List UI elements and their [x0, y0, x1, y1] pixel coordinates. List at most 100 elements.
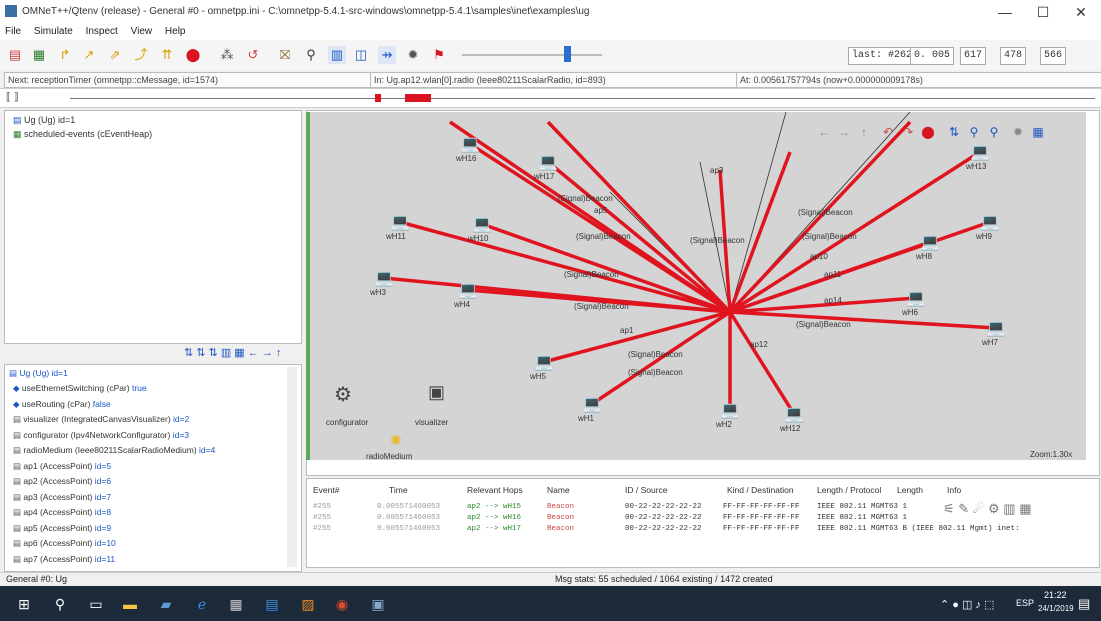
- log-col-name[interactable]: Name: [547, 485, 570, 495]
- laptop-icon[interactable]: 💻: [980, 212, 1000, 232]
- inspector-item[interactable]: ▤ ap1 (AccessPoint) id=5: [13, 461, 111, 472]
- run-icon[interactable]: ↗: [80, 46, 98, 64]
- laptop-icon[interactable]: 💻: [534, 352, 554, 372]
- maximize-button[interactable]: ☐: [1028, 2, 1058, 22]
- edge-icon[interactable]: ℯ: [192, 594, 212, 614]
- configurator-icon[interactable]: ⚙: [334, 382, 352, 407]
- speed-slider-track[interactable]: [462, 54, 602, 56]
- inspector-item[interactable]: ▤ ap4 (AccessPoint) id=8: [13, 507, 111, 518]
- inspector-item[interactable]: ▤ ap2 (AccessPoint) id=6: [13, 476, 111, 487]
- finish-icon[interactable]: ⁂: [218, 46, 236, 64]
- timeline-icon[interactable]: ⇸: [378, 46, 396, 64]
- laptop-icon[interactable]: 💻: [460, 134, 480, 154]
- laptop-icon[interactable]: 💻: [538, 152, 558, 172]
- rebuild-network-icon[interactable]: ▦: [30, 46, 48, 64]
- timeline[interactable]: ⟦ ⟧: [0, 89, 1101, 108]
- record-icon[interactable]: ⚑: [430, 46, 448, 64]
- express-run-icon[interactable]: ⤴: [132, 46, 150, 64]
- object-icon[interactable]: ⛝: [276, 46, 294, 64]
- log-col-time[interactable]: Time: [389, 485, 408, 495]
- network-canvas[interactable]: 💻 wH16 💻 wH17 💻 wH11 💻 wH10 💻 wH3 💻 wH4 💻 wH13 💻 wH8 💻 wH…: [310, 112, 1086, 460]
- log-col-hops[interactable]: Relevant Hops: [467, 485, 523, 495]
- system-tray-icons[interactable]: ⌃ ● ◫ ♪ ⬚: [940, 598, 994, 611]
- menu-inspect[interactable]: Inspect: [81, 24, 123, 39]
- settings-canvas-icon[interactable]: ✹: [1010, 124, 1026, 140]
- start-icon[interactable]: ⊞: [14, 594, 34, 614]
- rotate-right-icon[interactable]: ↷: [900, 124, 916, 140]
- rotate-left-icon[interactable]: ↶: [880, 124, 896, 140]
- radio-medium-icon[interactable]: ✺: [390, 432, 402, 449]
- task-view-icon[interactable]: ▭: [86, 594, 106, 614]
- close-button[interactable]: ✕: [1066, 2, 1096, 22]
- inspector-tools-icon[interactable]: ⇅ ⇅ ⇅ ▥ ▦ ← → ↑: [184, 346, 281, 359]
- search-icon[interactable]: ⚲: [302, 46, 320, 64]
- log-col-destination[interactable]: Kind / Destination: [727, 485, 794, 495]
- laptop-icon[interactable]: 💻: [582, 394, 602, 414]
- log-icon[interactable]: ▥: [328, 46, 346, 64]
- load-config-icon[interactable]: ▤: [6, 46, 24, 64]
- log-col-protocol[interactable]: Length / Protocol: [817, 485, 881, 495]
- stop-icon[interactable]: ⬤: [184, 46, 202, 64]
- inspector-item[interactable]: ◆ useEthernetSwitching (cPar) true: [13, 383, 147, 394]
- menu-help[interactable]: Help: [160, 24, 191, 39]
- menu-file[interactable]: File: [0, 24, 26, 39]
- laptop-icon[interactable]: 💻: [472, 214, 492, 234]
- omnetpp-icon[interactable]: ▣: [368, 594, 388, 614]
- tree-item-ug[interactable]: ▤ Ug (Ug) id=1: [13, 115, 75, 126]
- speed-slider-handle[interactable]: [564, 46, 571, 62]
- clock-time[interactable]: 21:22: [1044, 590, 1067, 600]
- visualizer-icon[interactable]: ▣: [428, 382, 445, 403]
- fast-run-icon[interactable]: ⇗: [106, 46, 124, 64]
- language-indicator[interactable]: ESP: [1016, 598, 1034, 608]
- app-icon-2[interactable]: ▦: [226, 594, 246, 614]
- inspector-item[interactable]: ▤ configurator (Ipv4NetworkConfigurator)…: [13, 430, 189, 441]
- taskbar-search-icon[interactable]: ⚲: [50, 594, 70, 614]
- laptop-icon[interactable]: 💻: [458, 280, 478, 300]
- step-icon[interactable]: ↱: [56, 46, 74, 64]
- forward-icon[interactable]: →: [836, 124, 852, 140]
- inspector-item[interactable]: ▤ visualizer (IntegratedCanvasVisualizer…: [13, 414, 189, 425]
- laptop-icon[interactable]: 💻: [920, 232, 940, 252]
- chrome-icon[interactable]: ◉: [332, 594, 352, 614]
- zoom-out-icon[interactable]: ⚲: [986, 124, 1002, 140]
- inspector-scrollbar[interactable]: [287, 367, 297, 567]
- clock-date[interactable]: 24/1/2019: [1038, 604, 1074, 613]
- laptop-icon[interactable]: 💻: [906, 288, 926, 308]
- run-until-icon[interactable]: ⇈: [158, 46, 176, 64]
- inspector-root[interactable]: ▤ Ug (Ug) id=1: [9, 368, 68, 379]
- inspector-item[interactable]: ▤ ap3 (AccessPoint) id=7: [13, 492, 111, 503]
- inspector-item[interactable]: ▤ radioMedium (Ieee80211ScalarRadioMediu…: [13, 445, 215, 456]
- back-icon[interactable]: ←: [816, 124, 832, 140]
- laptop-icon[interactable]: 💻: [374, 268, 394, 288]
- menu-simulate[interactable]: Simulate: [29, 24, 78, 39]
- minimize-button[interactable]: —: [990, 2, 1020, 22]
- log-col-length[interactable]: Length: [897, 485, 923, 495]
- notifications-icon[interactable]: ▤: [1078, 596, 1090, 612]
- grid-icon[interactable]: ▦: [1030, 124, 1046, 140]
- log-col-event[interactable]: Event#: [313, 485, 339, 495]
- file-explorer-icon[interactable]: ▬: [120, 594, 140, 614]
- inspector-item[interactable]: ◆ useRouting (cPar) false: [13, 399, 111, 410]
- menu-view[interactable]: View: [126, 24, 158, 39]
- zoom-in-icon[interactable]: ⚲: [966, 124, 982, 140]
- split-icon[interactable]: ◫: [352, 46, 370, 64]
- app-icon-1[interactable]: ▰: [156, 594, 176, 614]
- app-icon-3[interactable]: ▨: [298, 594, 318, 614]
- up-icon[interactable]: ↑: [856, 124, 872, 140]
- inspector-item[interactable]: ▤ ap6 (AccessPoint) id=10: [13, 538, 116, 549]
- laptop-icon[interactable]: 💻: [986, 318, 1006, 338]
- log-col-info[interactable]: Info: [947, 485, 961, 495]
- layout-icon[interactable]: ⇅: [946, 124, 962, 140]
- log-col-source[interactable]: ID / Source: [625, 485, 668, 495]
- tree-item-scheduled[interactable]: ▦ scheduled-events (cEventHeap): [13, 129, 152, 140]
- stop-canvas-icon[interactable]: ⬤: [920, 124, 936, 140]
- laptop-icon[interactable]: 💻: [720, 400, 740, 420]
- laptop-icon[interactable]: 💻: [970, 142, 990, 162]
- inspector-item[interactable]: ▤ ap5 (AccessPoint) id=9: [13, 523, 111, 534]
- settings-icon[interactable]: ✹: [404, 46, 422, 64]
- laptop-icon[interactable]: 💻: [784, 404, 804, 424]
- word-icon[interactable]: ▤: [262, 594, 282, 614]
- debug-icon[interactable]: ↺: [244, 46, 262, 64]
- log-tools-icon[interactable]: ⚟ ✎ ☄ ⚙ ▥ ▦: [943, 501, 1031, 517]
- inspector-item[interactable]: ▤ ap7 (AccessPoint) id=11: [13, 554, 115, 565]
